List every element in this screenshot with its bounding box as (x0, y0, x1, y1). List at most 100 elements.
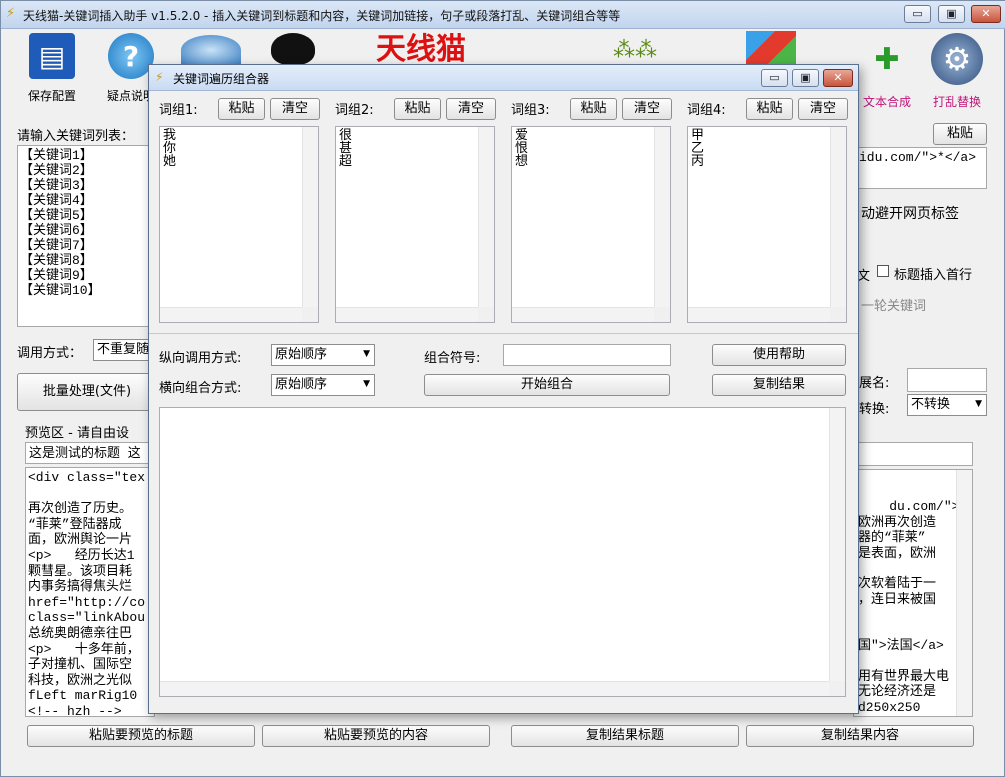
qq-penguin-icon (271, 33, 315, 65)
horizontal-scrollbar[interactable] (160, 681, 829, 696)
copy-content-button[interactable]: 复制结果内容 (746, 725, 974, 747)
scroll-corner (302, 307, 318, 322)
vertical-scrollbar[interactable] (830, 127, 846, 307)
group-paste-button[interactable]: 粘贴 (746, 98, 793, 120)
ext-name-label: 展名: (859, 376, 890, 391)
keyword-list-label: 请输入关键词列表： (17, 129, 135, 144)
title-first-checkbox[interactable] (877, 265, 889, 277)
group-label: 词组2: (335, 103, 374, 118)
brand-logo: 天线猫 (376, 32, 466, 67)
copy-title-button[interactable]: 复制结果标题 (511, 725, 739, 747)
vertical-scrollbar[interactable] (478, 127, 494, 307)
vertical-scrollbar[interactable] (302, 127, 318, 307)
chevron-down-icon: ▼ (363, 379, 370, 389)
horizontal-scrollbar[interactable] (688, 307, 830, 322)
group-clear-button[interactable]: 清空 (798, 98, 848, 120)
convert-select[interactable]: 不转换 ▼ (907, 394, 987, 416)
title-bar: ⚡ 天线猫-关键词插入助手 v1.5.2.0 - 插入关键词到标题和内容，关键词… (1, 1, 1005, 29)
ext-name-input[interactable] (907, 368, 987, 392)
horizontal-scrollbar[interactable] (512, 307, 654, 322)
scroll-corner (830, 307, 846, 322)
group-text: 很 甚 超 (339, 128, 353, 169)
content-preview-textarea[interactable]: <div class="tex 再次创造了历史。 “菲莱”登陆器成 面，欧洲舆论… (25, 467, 155, 717)
group-textarea[interactable]: 爱 恨 想 (511, 126, 671, 323)
round-keyword-label: 一轮关键词 (861, 299, 927, 314)
horizontal-mode-value: 原始顺序 (275, 377, 328, 392)
word-group-2: 词组2: 粘贴 清空 很 甚 超 (335, 93, 496, 325)
group-label: 词组3: (511, 103, 550, 118)
call-mode-label: 调用方式： (17, 346, 83, 361)
chevron-down-icon: ▼ (363, 349, 370, 359)
combine-result-textarea[interactable] (159, 407, 846, 697)
text-synth-button[interactable]: ✚ 文本合成 (857, 31, 917, 111)
word-group-4: 词组4: 粘贴 清空 甲 乙 丙 (687, 93, 848, 325)
right-paste-button[interactable]: 粘贴 (933, 123, 987, 145)
group-label: 词组4: (687, 103, 726, 118)
app-icon: ⚡ (6, 6, 16, 21)
gear-icon: ⚙ (931, 33, 983, 85)
scroll-corner (478, 307, 494, 322)
vertical-mode-select[interactable]: 原始顺序 ▼ (271, 344, 375, 366)
floppy-icon: ▤ (29, 33, 75, 79)
convert-value: 不转换 (911, 397, 951, 412)
vertical-scrollbar[interactable] (829, 408, 845, 681)
group-text: 甲 乙 丙 (691, 128, 705, 169)
result-scrollbar[interactable] (956, 470, 972, 716)
combiner-dialog: ⚡ 关键词遍历组合器 ▭ ▣ ✕ 词组1: 粘贴 清空 我 你 她 词组2: 粘… (148, 64, 859, 714)
scroll-corner (654, 307, 670, 322)
dialog-maximize-button[interactable]: ▣ (792, 69, 819, 87)
symbol-label: 组合符号: (424, 351, 481, 366)
title-preview-input[interactable]: 这是测试的标题 这 (25, 442, 155, 464)
dialog-app-icon: ⚡ (155, 70, 164, 84)
title-first-label: 标题插入首行 (894, 268, 973, 283)
dialog-close-button[interactable]: ✕ (823, 69, 853, 87)
globe-icon (181, 35, 241, 65)
vertical-scrollbar[interactable] (654, 127, 670, 307)
shuffle-button[interactable]: ⚙ 打乱替换 (927, 31, 987, 111)
maximize-button[interactable]: ▣ (938, 5, 965, 23)
result-content-textarea[interactable]: du.com/">【 欧洲再次创造 器的“菲莱” 是表面，欧洲 次软着陆于一 ，… (853, 469, 973, 717)
window-title: 天线猫-关键词插入助手 v1.5.2.0 - 插入关键词到标题和内容，关键词加链… (23, 9, 621, 23)
batch-process-button[interactable]: 批量处理(文件) (17, 373, 157, 411)
usage-help-button[interactable]: 使用帮助 (712, 344, 846, 366)
call-mode-select[interactable]: 不重复随 (93, 339, 153, 361)
scroll-corner (829, 681, 845, 696)
minimize-button[interactable]: ▭ (904, 5, 931, 23)
group-clear-button[interactable]: 清空 (622, 98, 672, 120)
horizontal-scrollbar[interactable] (336, 307, 478, 322)
result-title-input[interactable] (853, 442, 973, 466)
group-textarea[interactable]: 我 你 她 (159, 126, 319, 323)
link-format-textarea[interactable]: idu.com/">*</a> (853, 147, 987, 189)
paste-content-button[interactable]: 粘贴要预览的内容 (262, 725, 490, 747)
group-text: 我 你 她 (163, 128, 177, 169)
vertical-mode-label: 纵向调用方式: (159, 351, 242, 366)
divider (149, 333, 858, 334)
horizontal-scrollbar[interactable] (160, 307, 302, 322)
horizontal-mode-select[interactable]: 原始顺序 ▼ (271, 374, 375, 396)
group-paste-button[interactable]: 粘贴 (218, 98, 265, 120)
paste-title-button[interactable]: 粘贴要预览的标题 (27, 725, 255, 747)
preview-label: 预览区 - 请自由设 (25, 426, 129, 441)
group-clear-button[interactable]: 清空 (446, 98, 496, 120)
chevron-down-icon: ▼ (975, 399, 982, 409)
dialog-title-bar: ⚡ 关键词遍历组合器 ▭ ▣ ✕ (149, 65, 858, 91)
group-paste-button[interactable]: 粘贴 (394, 98, 441, 120)
save-config-button[interactable]: ▤ 保存配置 (17, 31, 87, 111)
group-paste-button[interactable]: 粘贴 (570, 98, 617, 120)
group-textarea[interactable]: 甲 乙 丙 (687, 126, 847, 323)
call-mode-value: 不重复随 (97, 342, 150, 357)
text-synth-label: 文本合成 (862, 95, 911, 109)
group-textarea[interactable]: 很 甚 超 (335, 126, 495, 323)
group-clear-button[interactable]: 清空 (270, 98, 320, 120)
copy-result-button[interactable]: 复制结果 (712, 374, 846, 396)
link-add-icon: ✚ (874, 41, 900, 77)
avoid-tags-label: 动避开网页标签 (861, 206, 959, 222)
symbol-input[interactable] (503, 344, 671, 366)
dialog-minimize-button[interactable]: ▭ (761, 69, 788, 87)
start-combine-button[interactable]: 开始组合 (424, 374, 670, 396)
group-text: 爱 恨 想 (515, 128, 529, 169)
vertical-mode-value: 原始顺序 (275, 347, 328, 362)
keyword-list-textarea[interactable]: 【关键词1】 【关键词2】 【关键词3】 【关键词4】 【关键词5】 【关键词6… (17, 145, 167, 327)
word-group-1: 词组1: 粘贴 清空 我 你 她 (159, 93, 320, 325)
close-button[interactable]: ✕ (971, 5, 1001, 23)
